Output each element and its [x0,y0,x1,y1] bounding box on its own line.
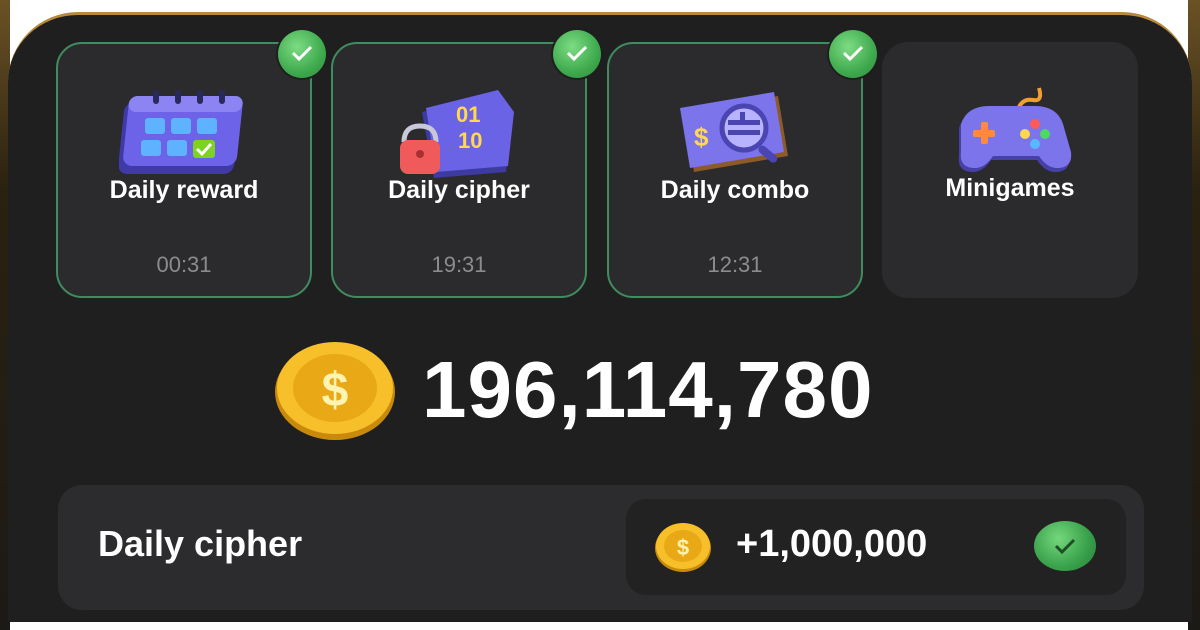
daily-reward-card[interactable]: Daily reward 00:31 [56,30,326,298]
card-label: Daily cipher [388,176,530,204]
daily-combo-card[interactable]: $ Daily combo 12:31 [607,30,877,298]
balance-amount: 196,114,780 [422,345,874,434]
card-label: Daily reward [109,176,259,204]
cipher-lock-icon: 01 10 [400,90,514,178]
daily-cipher-card[interactable]: 01 10 Daily cipher 19:31 [331,30,601,298]
reward-amount: +1,000,000 [736,523,928,565]
card-label: Minigames [945,174,1075,202]
check-icon [278,30,326,78]
check-icon [553,30,601,78]
minigames-card[interactable]: Minigames [882,42,1138,298]
gamepad-icon [958,87,1072,172]
svg-text:01: 01 [456,102,480,127]
card-label: Daily combo [660,176,810,204]
calendar-icon [119,90,243,174]
card-timer: 12:31 [707,252,763,277]
cipher-reward-title: Daily cipher [98,523,303,564]
svg-text:$: $ [322,364,349,417]
reward-box: $ +1,000,000 [626,499,1126,595]
card-timer: 00:31 [156,252,212,277]
combo-card-icon: $ [680,92,788,172]
check-icon [1034,521,1096,571]
svg-text:10: 10 [458,128,482,153]
coin-icon: $ [275,342,395,440]
check-icon [829,30,877,78]
card-timer: 19:31 [431,252,487,277]
svg-text:$: $ [677,535,689,560]
coin-icon: $ [655,523,711,572]
daily-cipher-reward-row[interactable]: Daily cipher $ +1,000,000 [58,485,1144,610]
svg-text:$: $ [694,122,709,152]
